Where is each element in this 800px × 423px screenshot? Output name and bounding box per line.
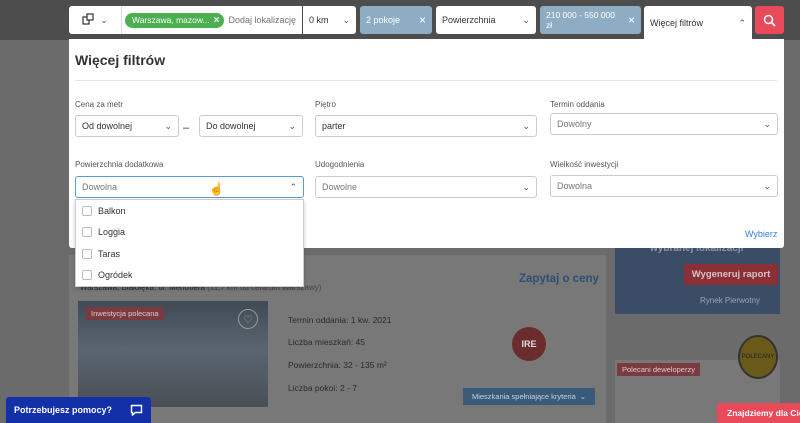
floor-select[interactable]: parter ⌄ xyxy=(315,115,537,137)
rooms-filter[interactable]: 2 pokoje × xyxy=(360,6,432,34)
more-filters-button[interactable]: Więcej filtrów ⌃ xyxy=(644,6,752,40)
chevron-down-icon: ⌄ xyxy=(522,14,530,25)
chevron-down-icon: ⌄ xyxy=(522,181,530,192)
extra-area-dropdown: Balkon Loggia Taras Ogródek xyxy=(75,199,304,287)
checkbox[interactable] xyxy=(82,248,92,259)
chevron-down-icon: ⌄ xyxy=(288,120,296,131)
extra-area-label: Powierzchnia dodatkowa xyxy=(75,160,164,169)
completion-label: Termin oddania xyxy=(550,100,605,109)
chevron-down-icon: ⌄ xyxy=(522,120,530,131)
close-icon[interactable]: × xyxy=(628,14,635,26)
help-chat-button[interactable]: Potrzebujesz pomocy? xyxy=(6,397,151,423)
amenities-label: Udogodnienia xyxy=(315,160,365,169)
option-ogrodek[interactable]: Ogródek xyxy=(76,265,303,287)
chevron-up-icon: ⌃ xyxy=(738,17,746,28)
matching-flats-button[interactable]: Mieszkania spełniające kryteria ⌄ xyxy=(463,388,595,405)
floor-label: Piętro xyxy=(315,100,336,109)
close-icon[interactable]: × xyxy=(214,15,220,26)
chat-icon xyxy=(130,404,143,416)
extra-area-select[interactable]: Dowolna ⌃ xyxy=(75,176,304,198)
option-balkon[interactable]: Balkon xyxy=(76,200,303,222)
promoted-badge: Inwestycja polecana xyxy=(86,307,164,320)
area-select[interactable]: Powierzchnia ⌄ xyxy=(436,6,536,34)
chevron-down-icon: ⌄ xyxy=(100,14,108,25)
apply-filters-link[interactable]: Wybierz xyxy=(745,229,777,239)
price-to-select[interactable]: Do dowolnej ⌄ xyxy=(199,115,303,137)
property-type-button[interactable]: ⌄ xyxy=(69,6,121,34)
chevron-up-icon: ⌃ xyxy=(289,181,297,192)
generate-report-button[interactable]: Wygeneruj raport xyxy=(684,264,778,285)
ask-price-link[interactable]: Zapytaj o ceny xyxy=(519,273,599,285)
location-input[interactable] xyxy=(228,15,309,25)
search-button[interactable] xyxy=(755,6,784,34)
hand-cursor-icon: ☝ xyxy=(209,182,224,196)
distance-select[interactable]: 0 km ⌄ xyxy=(303,6,356,34)
option-loggia[interactable]: Loggia xyxy=(76,222,303,244)
brand-label: Rynek Pierwotny xyxy=(700,296,761,305)
chevron-down-icon: ⌄ xyxy=(164,120,172,131)
completion-info: Termin oddania: 1 kw. 2021 xyxy=(288,315,392,325)
chevron-down-icon: ⌄ xyxy=(342,14,350,25)
price-per-meter-label: Cena za metr xyxy=(75,100,124,109)
chevron-down-icon: ⌄ xyxy=(763,118,771,129)
option-taras[interactable]: Taras xyxy=(76,243,303,265)
chevron-down-icon: ⌄ xyxy=(763,180,771,191)
area-info: Powierzchnia: 32 - 135 m² xyxy=(288,360,387,370)
completion-select[interactable]: Dowolny ⌄ xyxy=(550,113,778,135)
find-for-you-button[interactable]: Znajdziemy dla Ciebie xyxy=(717,403,800,423)
recommended-badge: Polecani deweloperzy xyxy=(617,363,700,376)
flats-info: Liczba mieszkań: 45 xyxy=(288,337,366,347)
close-icon[interactable]: × xyxy=(419,13,426,27)
chevron-down-icon: ⌄ xyxy=(579,392,587,401)
checkbox[interactable] xyxy=(82,205,92,216)
checkbox[interactable] xyxy=(82,270,92,281)
rooms-info: Liczba pokoi: 2 - 7 xyxy=(288,383,357,393)
modal-title: Więcej filtrów xyxy=(75,52,166,68)
seal-icon: POLECANY xyxy=(738,335,778,379)
heart-icon[interactable]: ♡ xyxy=(238,309,258,329)
amenities-select[interactable]: Dowolne ⌄ xyxy=(315,176,537,198)
developer-logo: IRE xyxy=(512,327,546,361)
checkbox[interactable] xyxy=(82,227,92,238)
location-tag[interactable]: Warszawa, mazow... × xyxy=(125,12,225,28)
investment-size-label: Wielkość inwestycji xyxy=(550,160,619,169)
price-from-select[interactable]: Od dowolnej ⌄ xyxy=(75,115,179,137)
divider xyxy=(75,80,777,81)
investment-size-select[interactable]: Dowolna ⌄ xyxy=(550,175,778,197)
location-field[interactable]: Warszawa, mazow... × xyxy=(121,6,309,34)
search-icon xyxy=(763,14,776,27)
range-dash: – xyxy=(183,122,190,134)
price-filter[interactable]: 210 000 - 550 000 zł × xyxy=(540,6,641,34)
building-icon xyxy=(82,13,94,27)
